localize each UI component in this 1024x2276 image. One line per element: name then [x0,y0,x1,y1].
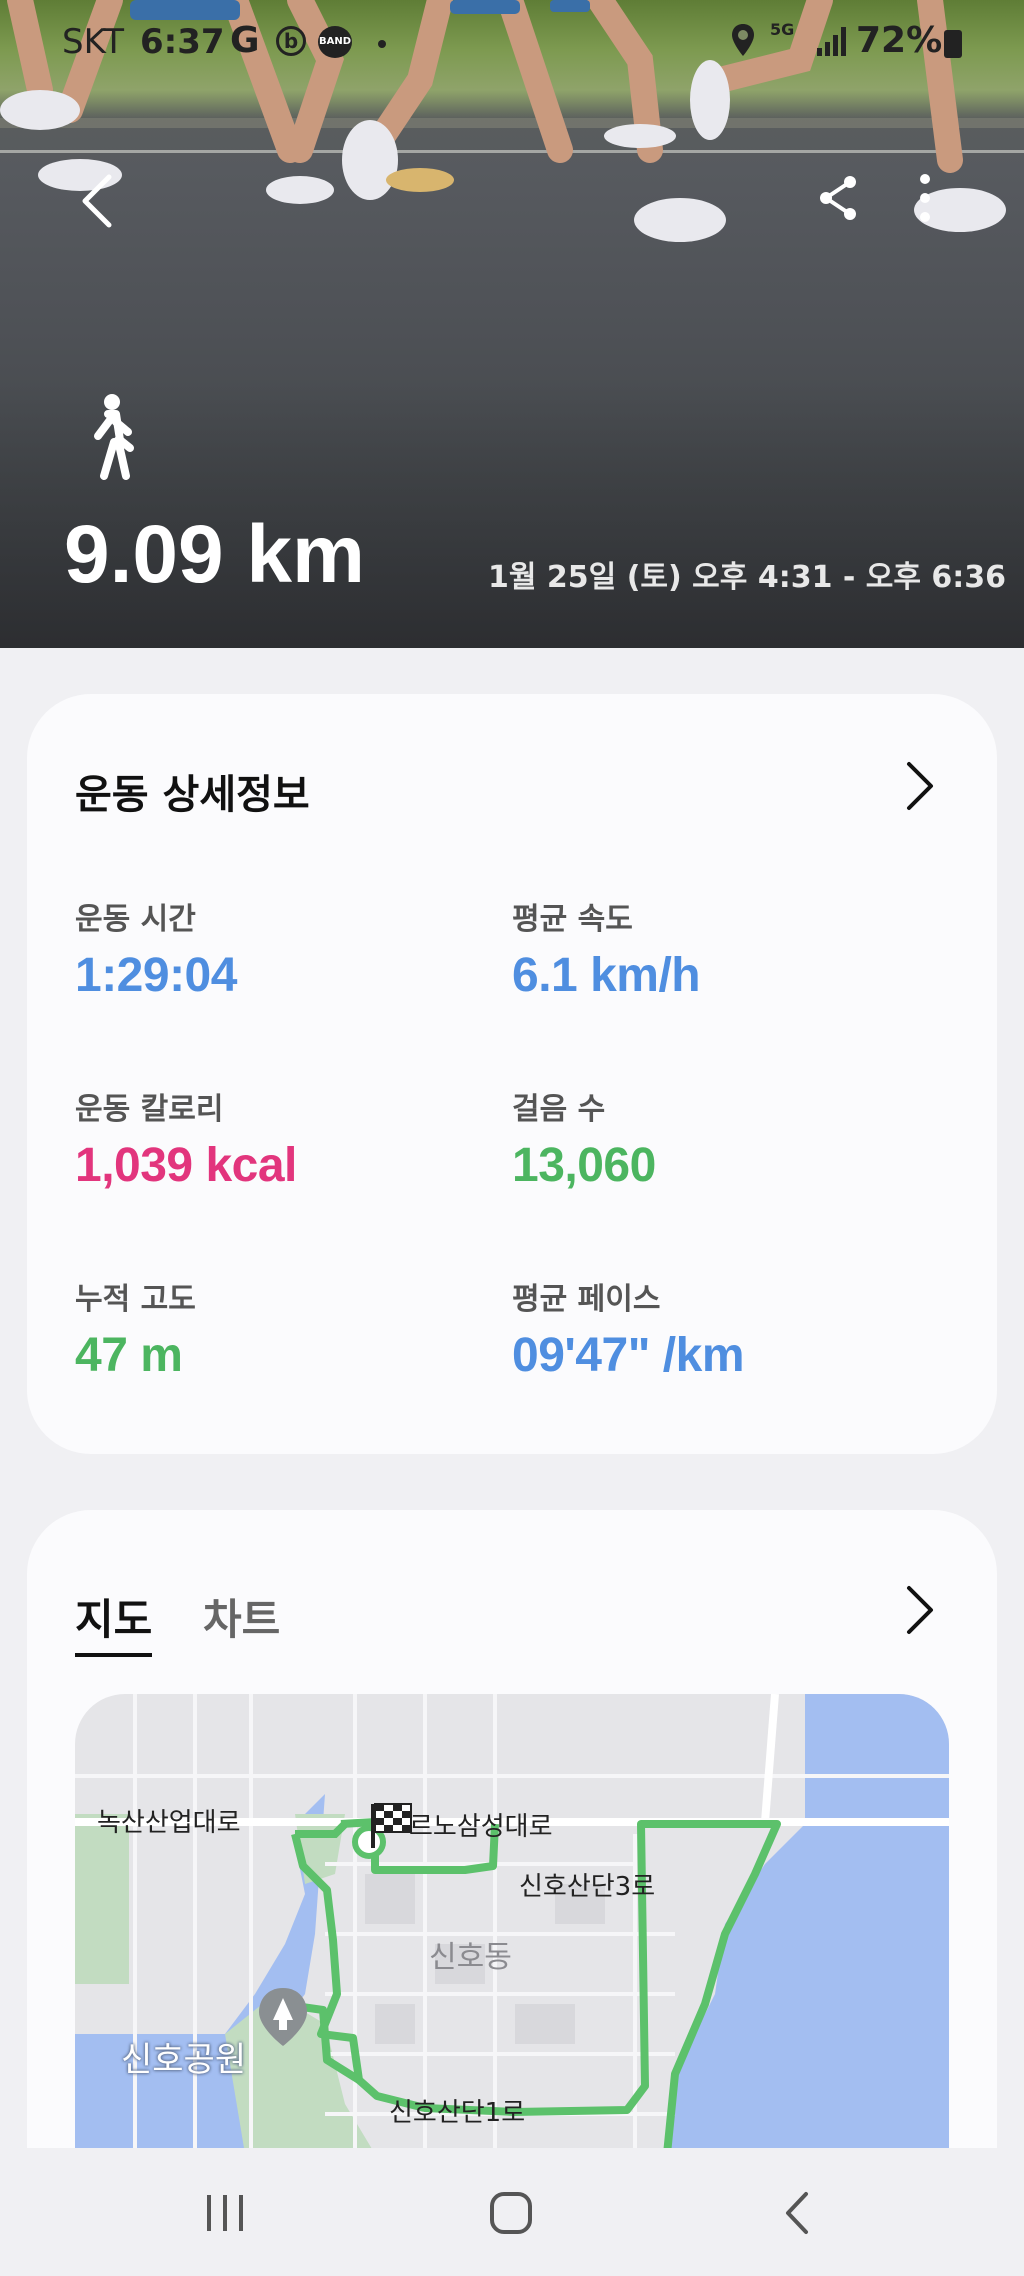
hero-banner: SKT 6:37 G b BAND 5G 72% 9.09 km 1월 25일 … [0,0,1024,648]
band-app-icon: BAND [318,26,352,58]
stat-label: 누적 고도 [75,1282,196,1317]
status-bar: SKT 6:37 G b BAND 5G 72% [0,12,1024,70]
map-label-road: 녹산산업대로 [97,1808,241,1838]
stat-label: 평균 페이스 [512,1282,661,1317]
more-options-button[interactable] [900,168,950,228]
stat-calories: 운동 칼로리 1,039 kcal [75,1084,297,1193]
signal-icon [817,27,846,56]
more-icon [920,174,930,222]
b-app-icon: b [276,26,306,56]
workout-datetime: 1월 25일 (토) 오후 4:31 - 오후 6:36 [488,560,1007,595]
stat-elevation: 누적 고도 47 m [75,1274,196,1383]
back-icon [82,174,112,228]
map-label-road: 신호산단1로 [389,2098,526,2128]
stat-value: 47 m [75,1329,183,1382]
details-chevron-right-icon[interactable] [899,756,939,816]
stat-value: 13,060 [512,1139,656,1192]
nav-back-button[interactable] [752,2178,842,2248]
network-type-icon: 5G [770,20,795,39]
map-label-park: 신호공원 [121,2040,247,2080]
stat-value: 1:29:04 [75,949,237,1002]
battery-percent: 72% [856,20,943,61]
system-navigation-bar [0,2148,1024,2276]
map-label-road: 신호산단3로 [519,1872,656,1902]
google-icon: G [230,20,260,61]
stat-label: 평균 속도 [512,902,633,937]
stat-value: 1,039 kcal [75,1139,297,1192]
recent-apps-icon [207,2195,243,2231]
nav-back-icon [786,2192,808,2234]
map-label-road: 르노삼성대로 [409,1812,553,1842]
recent-apps-button[interactable] [180,2178,270,2248]
tab-chart[interactable]: 차트 [203,1586,280,1653]
route-map-drawing [75,1694,949,2154]
location-icon [732,24,754,56]
stat-avg-speed: 평균 속도 6.1 km/h [512,894,701,1003]
status-time: 6:37 [140,22,225,62]
stat-value: 09'47" /km [512,1329,745,1382]
share-button[interactable] [808,168,868,228]
stat-duration: 운동 시간 1:29:04 [75,894,237,1003]
stat-label: 걸음 수 [512,1092,606,1127]
back-button[interactable] [66,166,126,236]
workout-details-card: 운동 상세정보 운동 시간 1:29:04 평균 속도 6.1 km/h 운동 … [27,694,997,1454]
route-map[interactable]: 녹산산업대로 르노삼성대로 신호산단3로 신호동 신호공원 신호산단1로 [75,1694,949,2154]
battery-icon [944,30,962,58]
stat-avg-pace: 평균 페이스 09'47" /km [512,1274,745,1383]
carrier-label: SKT [62,22,125,62]
home-icon [490,2192,532,2234]
notification-dot-icon [378,40,386,48]
stat-value: 6.1 km/h [512,949,701,1002]
stat-steps: 걸음 수 13,060 [512,1084,656,1193]
stat-label: 운동 칼로리 [75,1092,224,1127]
map-label-district: 신호동 [429,1940,512,1975]
map-chevron-right-icon[interactable] [899,1580,939,1640]
home-button[interactable] [466,2178,556,2248]
details-title: 운동 상세정보 [75,772,310,818]
walking-icon [94,394,134,480]
tab-map[interactable]: 지도 [75,1586,153,1657]
stat-label: 운동 시간 [75,902,196,937]
share-icon [820,176,856,220]
workout-distance: 9.09 km [64,509,365,600]
